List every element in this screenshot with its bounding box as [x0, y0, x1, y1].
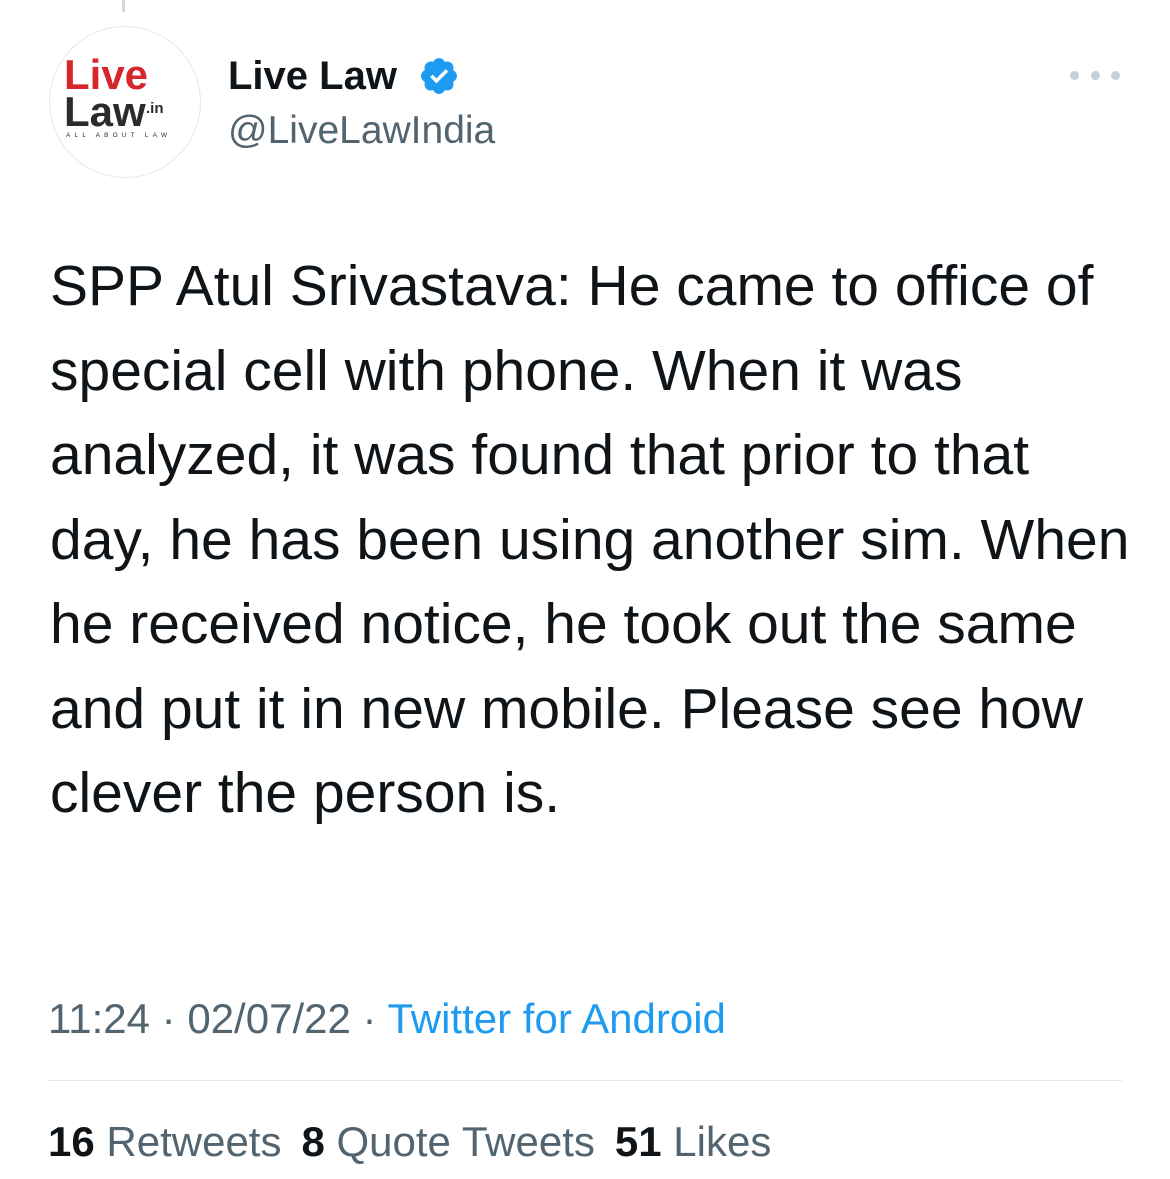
verified-badge-icon [421, 58, 457, 94]
more-dot [1111, 70, 1120, 80]
tweet-time[interactable]: 11:24 [48, 995, 150, 1042]
likes-stat[interactable]: 51 Likes [615, 1117, 771, 1167]
logo-tagline: ALL ABOUT LAW [66, 132, 171, 139]
logo-line2: Law [64, 88, 146, 135]
tweet-source-link[interactable]: Twitter for Android [387, 995, 725, 1042]
retweets-stat[interactable]: 16 Retweets [48, 1117, 281, 1167]
likes-count: 51 [614, 1118, 662, 1165]
more-dot [1070, 70, 1079, 80]
live-law-logo: Live Law .in ALL ABOUT LAW [64, 51, 171, 139]
retweets-label: Retweets [106, 1118, 282, 1165]
divider [48, 1080, 1122, 1081]
quote-tweets-label: Quote Tweets [336, 1118, 595, 1165]
retweets-count: 16 [48, 1118, 95, 1165]
tweet-stats: 16 Retweets 8 Quote Tweets 51 Likes [48, 1117, 791, 1167]
tweet-meta: 11:24 · 02/07/22 · Twitter for Android [48, 994, 726, 1044]
logo-suffix: .in [146, 100, 164, 117]
meta-separator: · [161, 995, 176, 1042]
thread-connector-line [122, 0, 125, 12]
more-dot [1090, 70, 1100, 80]
more-options-icon[interactable] [1070, 58, 1120, 92]
author-display-name[interactable]: Live Law [228, 52, 397, 100]
quote-tweets-count: 8 [301, 1118, 325, 1165]
author-handle[interactable]: @LiveLawIndia [228, 107, 495, 155]
quote-tweets-stat[interactable]: 8 Quote Tweets [301, 1117, 594, 1167]
avatar[interactable]: Live Law .in ALL ABOUT LAW [49, 26, 201, 178]
likes-label: Likes [673, 1118, 772, 1165]
tweet-date[interactable]: 02/07/22 [187, 995, 351, 1042]
meta-separator: · [362, 995, 377, 1042]
tweet-text: SPP Atul Srivastava: He came to office o… [50, 254, 1130, 825]
